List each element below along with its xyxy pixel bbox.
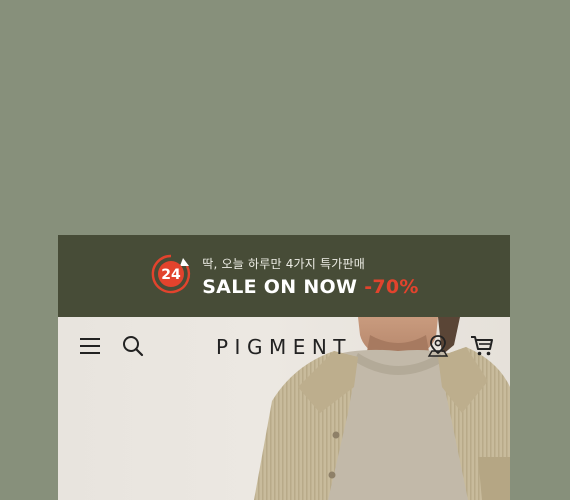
search-button[interactable] xyxy=(121,335,145,359)
promo-headline: SALE ON NOW xyxy=(202,275,358,298)
promo-headline-row: SALE ON NOW -70% xyxy=(202,276,419,298)
promo-banner[interactable]: 24 딱, 오늘 하루만 4가지 특가판매 SALE ON NOW -70% xyxy=(58,235,510,317)
search-icon xyxy=(122,335,144,360)
menu-button[interactable] xyxy=(78,335,102,359)
store-locator-button[interactable] xyxy=(426,334,450,361)
cart-button[interactable] xyxy=(470,335,494,359)
promo-discount: -70% xyxy=(364,275,419,298)
promo-subtitle: 딱, 오늘 하루만 4가지 특가판매 xyxy=(202,256,365,271)
24-hour-badge-icon: 24 xyxy=(149,252,193,300)
site-header: PIGMENT xyxy=(58,317,510,377)
menu-icon xyxy=(80,337,100,358)
cart-icon xyxy=(470,335,494,360)
mobile-screen: 24 딱, 오늘 하루만 4가지 특가판매 SALE ON NOW -70% P… xyxy=(58,235,510,500)
badge-number: 24 xyxy=(161,267,181,283)
location-icon xyxy=(427,334,449,361)
